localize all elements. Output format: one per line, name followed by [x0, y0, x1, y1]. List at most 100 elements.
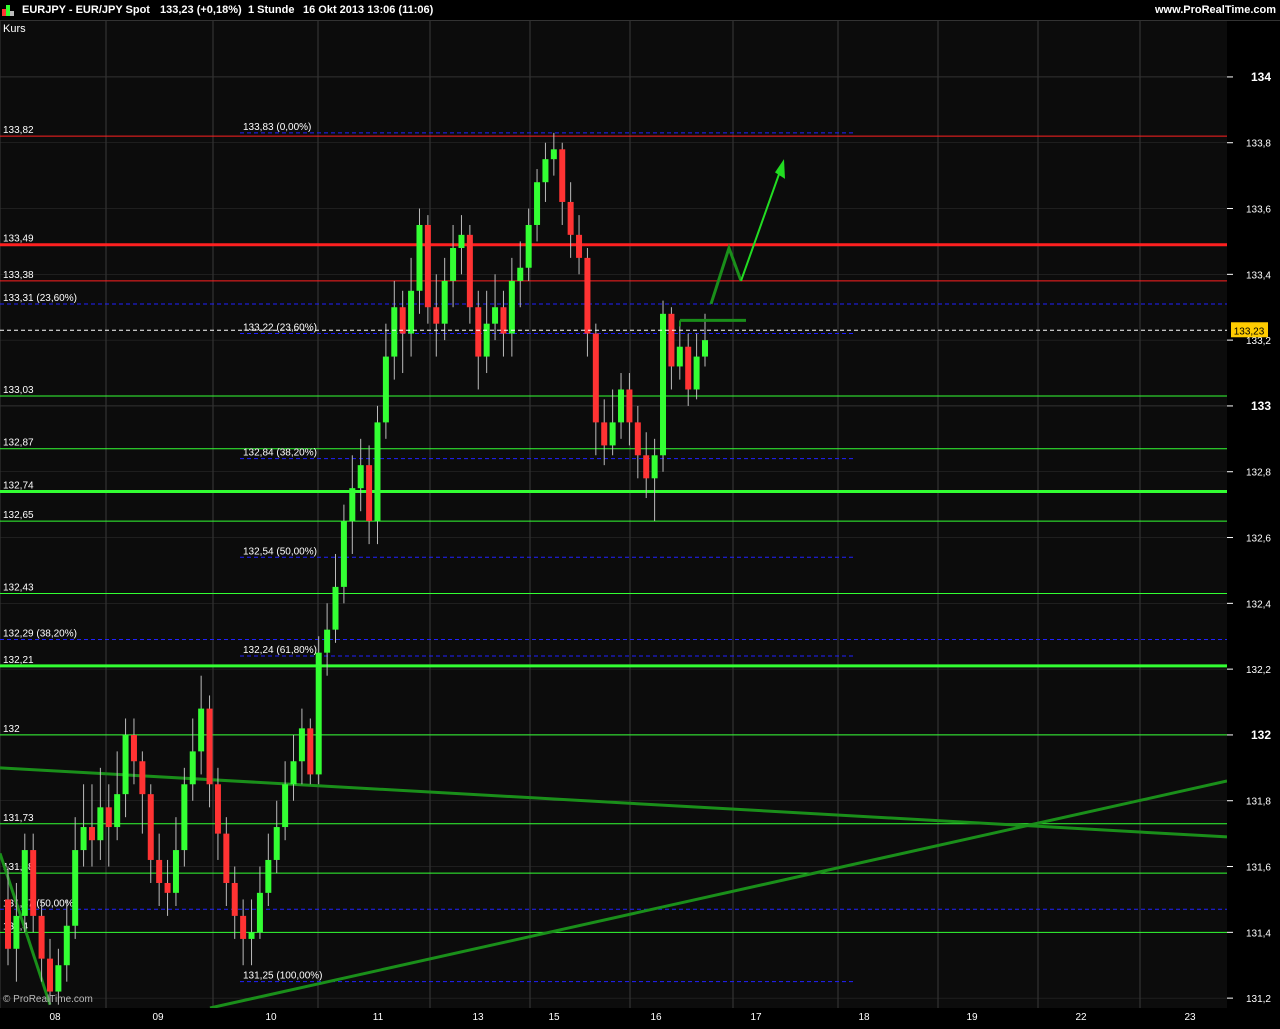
- candle-bullish: [13, 915, 20, 949]
- fib-label: 132,84 (38,20%): [243, 448, 317, 459]
- price-axis[interactable]: 134 133,8 133,6 133,4 133,2 133 132,8 132,6 132,…: [1227, 21, 1280, 1024]
- price-change: 133,23 (+0,18%): [160, 4, 242, 16]
- candle-bullish: [525, 224, 532, 268]
- candle-bearish: [584, 257, 591, 334]
- y-tick-label: 134: [1251, 70, 1271, 84]
- candle-bullish: [609, 422, 616, 446]
- y-tick-label: 131,2: [1246, 994, 1271, 1005]
- candle-bearish: [38, 915, 45, 959]
- trendline-rising: [209, 779, 1228, 1010]
- candle-bearish: [559, 149, 566, 202]
- chart-window-icon[interactable]: [2, 5, 14, 16]
- candle-bearish: [164, 882, 171, 893]
- candle-bullish: [97, 807, 104, 841]
- x-tick-label: 08: [49, 1012, 61, 1023]
- candle-bullish: [55, 965, 62, 992]
- candle-bearish: [626, 389, 633, 423]
- y-tick-label: 131,6: [1246, 863, 1271, 874]
- level-label: 132,43: [3, 582, 34, 593]
- time-axis[interactable]: 08 09 10 11 13 15 16 17 18 19 22 23: [0, 1008, 1227, 1024]
- candle-bearish: [500, 307, 507, 334]
- candle-bullish: [256, 892, 263, 933]
- panel-label: Kurs: [3, 23, 26, 35]
- chart-plot-area[interactable]: 133,82 133,49 133,38 133,03 132,87 132,74 132,…: [0, 21, 1228, 1010]
- candle-bullish: [181, 784, 188, 851]
- x-tick-label: 10: [265, 1012, 277, 1023]
- candle-bullish: [676, 346, 683, 367]
- candle-bullish: [382, 356, 389, 423]
- candle-bullish: [408, 290, 415, 334]
- candle-bullish: [508, 280, 515, 334]
- y-tick-label: 132,2: [1246, 665, 1271, 676]
- candle-bearish: [576, 234, 583, 258]
- candle-bullish: [114, 794, 121, 828]
- level-label: 131,73: [3, 813, 34, 824]
- candle-bearish: [214, 784, 221, 834]
- arrow-head-icon: [775, 159, 785, 179]
- candle-bullish: [324, 629, 331, 653]
- x-tick-label: 09: [152, 1012, 164, 1023]
- candle-bearish: [240, 915, 247, 939]
- y-tick-label: 133,2: [1246, 336, 1271, 347]
- candle-bearish: [634, 422, 641, 456]
- level-label: 132,21: [3, 655, 34, 666]
- candle-bullish: [492, 307, 499, 324]
- candle-bullish: [21, 850, 28, 916]
- candle-bullish: [534, 182, 541, 225]
- candle-bearish: [223, 833, 230, 883]
- x-tick-label: 18: [858, 1012, 870, 1023]
- candle-bearish: [643, 455, 650, 479]
- candle-bullish: [172, 850, 179, 893]
- y-tick-label: 133,4: [1246, 270, 1271, 281]
- level-label: 133,03: [3, 385, 34, 396]
- candle-bearish: [433, 307, 440, 324]
- candle-bullish: [340, 521, 347, 587]
- candle-bearish: [685, 346, 692, 390]
- candle-bullish: [693, 356, 700, 390]
- y-tick-label: 132,4: [1246, 599, 1271, 610]
- candle-bearish: [592, 333, 599, 423]
- candle-bullish: [517, 267, 524, 281]
- candle-bullish: [282, 784, 289, 828]
- x-tick-label: 13: [472, 1012, 484, 1023]
- candle-bearish: [366, 465, 373, 522]
- candle-bullish: [298, 728, 305, 762]
- timeframe: 1 Stunde: [248, 4, 295, 16]
- level-label: 133,38: [3, 270, 34, 281]
- candle-bullish: [122, 734, 129, 795]
- candle-bullish: [483, 323, 490, 357]
- x-tick-label: 19: [966, 1012, 978, 1023]
- projection-arrow: [740, 165, 783, 282]
- fib-label: 132,24 (61,80%): [243, 645, 317, 656]
- y-tick-label: 132: [1251, 728, 1271, 742]
- candle-bullish: [273, 827, 280, 860]
- watermark: © ProRealTime.com: [3, 994, 93, 1005]
- candle-bullish: [349, 488, 356, 522]
- x-tick-label: 16: [650, 1012, 662, 1023]
- x-tick-label: 17: [750, 1012, 762, 1023]
- candle-bullish: [189, 751, 196, 785]
- y-tick-label: 132,8: [1246, 468, 1271, 479]
- candle-bullish: [458, 234, 465, 249]
- datetime: 16 Okt 2013 13:06 (11:06): [303, 4, 434, 16]
- candle-bearish: [399, 307, 406, 334]
- candle-bullish: [651, 455, 658, 479]
- candle-bullish: [416, 224, 423, 291]
- candle-bullish: [550, 149, 557, 160]
- fib-label: 133,22 (23,60%): [243, 323, 317, 334]
- fib-label: 132,54 (50,00%): [243, 546, 317, 557]
- candle-bearish: [475, 307, 482, 357]
- candle-bullish: [660, 313, 667, 456]
- candle-bullish: [332, 586, 339, 630]
- candle-bearish: [466, 234, 473, 308]
- candle-bearish: [130, 734, 137, 762]
- projection-path: [709, 243, 743, 305]
- website-link[interactable]: www.ProRealTime.com: [1155, 4, 1276, 16]
- price-axis-svg: 134 133,8 133,6 133,4 133,2 133 132,8 132,6 132,…: [1227, 70, 1271, 1005]
- current-price-label: 133,23: [1234, 326, 1265, 337]
- y-tick-label: 133: [1251, 399, 1271, 413]
- price-chart[interactable]: 133,82 133,49 133,38 133,03 132,87 132,74 132,…: [0, 21, 1228, 1010]
- level-label: 132,65: [3, 510, 34, 521]
- level-label: 133,49: [3, 234, 34, 245]
- candle-bullish: [702, 340, 708, 357]
